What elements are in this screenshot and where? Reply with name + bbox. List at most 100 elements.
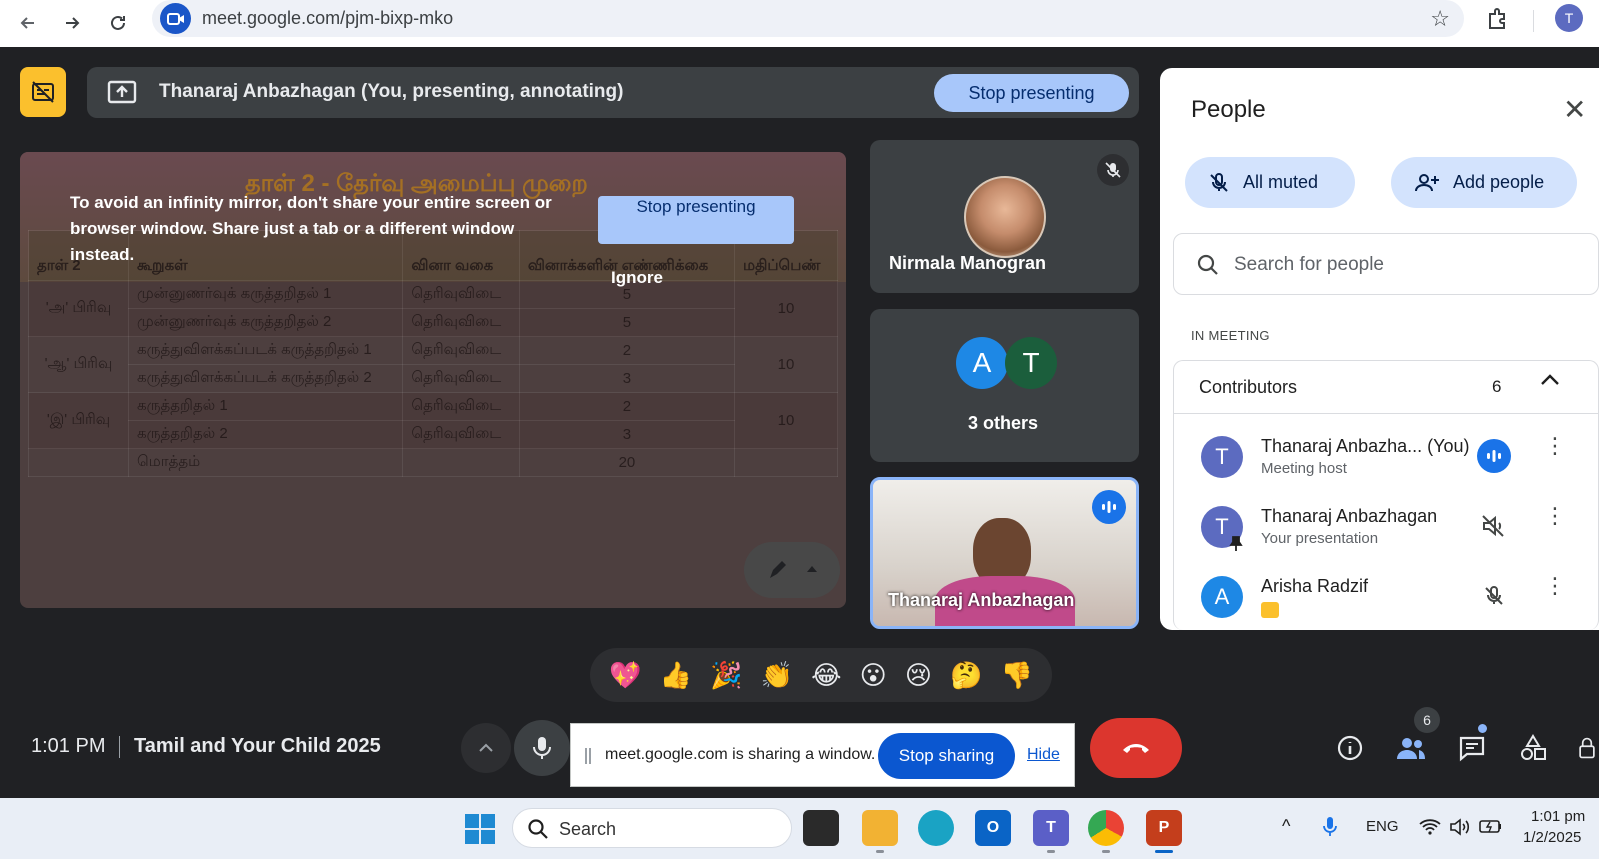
meet-site-icon (160, 3, 191, 34)
people-icon[interactable] (1391, 728, 1431, 768)
leave-call-button[interactable] (1090, 718, 1182, 778)
mic-off-icon[interactable] (1477, 579, 1511, 613)
hang-up-icon (1123, 744, 1149, 753)
tray-chevron-up-icon[interactable]: ^ (1282, 816, 1290, 837)
present-screen-icon (107, 80, 137, 104)
avatar: A (956, 337, 1008, 389)
clock-date[interactable]: 1/2/2025 (1523, 829, 1581, 846)
stop-presenting-button[interactable]: Stop presenting (934, 74, 1129, 112)
reaction-thumbs-down[interactable]: 👎 (1001, 660, 1033, 691)
panel-title: People (1191, 96, 1266, 123)
table-cell: 5 (518, 308, 736, 337)
chrome-icon[interactable] (1088, 810, 1124, 846)
section-total: 10 (734, 336, 838, 393)
reaction-sad[interactable]: 😢 (905, 660, 932, 691)
forward-arrow-icon[interactable] (55, 6, 89, 40)
section-label: 'இ' பிரிவு (28, 392, 129, 449)
section-total: 10 (734, 280, 838, 337)
add-people-label: Add people (1453, 172, 1545, 192)
drag-handle-icon[interactable] (585, 748, 591, 764)
participant-role: Meeting host (1261, 460, 1347, 477)
reaction-laugh[interactable]: 😂 (811, 660, 841, 691)
reaction-party[interactable]: 🎉 (710, 660, 742, 691)
reload-icon[interactable] (101, 6, 135, 40)
reaction-heart[interactable]: 💖 (609, 660, 641, 691)
participant-row[interactable]: T Thanaraj Anbazha... (You) Meeting host… (1174, 424, 1599, 494)
add-people-button[interactable]: Add people (1391, 157, 1577, 208)
close-icon[interactable]: ✕ (1563, 96, 1586, 124)
total-count: 20 (518, 448, 736, 477)
in-meeting-label: IN MEETING (1191, 328, 1270, 343)
more-options-icon[interactable]: ⋮ (1544, 575, 1566, 597)
audio-settings-chevron-icon[interactable] (461, 723, 511, 773)
bookmark-star-icon[interactable]: ☆ (1430, 6, 1450, 32)
contributors-header[interactable]: Contributors 6 (1174, 361, 1599, 414)
warning-ignore-button[interactable]: Ignore (611, 268, 663, 288)
participant-row[interactable]: A Arisha Radzif ⋮ (1174, 564, 1599, 630)
meeting-time: 1:01 PM (31, 735, 106, 757)
chat-icon[interactable] (1452, 728, 1492, 768)
all-muted-button[interactable]: All muted (1185, 157, 1355, 208)
table-cell: தெரிவுவிடை (402, 392, 520, 421)
sharing-message: meet.google.com is sharing a window. (605, 746, 876, 763)
others-tile[interactable]: A T 3 others (870, 309, 1139, 462)
annotation-controls[interactable] (744, 542, 840, 598)
app-running-indicator (1102, 850, 1110, 853)
host-controls-lock-icon[interactable] (1575, 728, 1599, 768)
taskbar-search-input[interactable]: Search (512, 808, 792, 848)
edge-browser-icon[interactable] (918, 810, 954, 846)
table-row: கருத்தறிதல் 2 தெரிவுவிடை 3 (28, 420, 838, 449)
total-label: மொத்தம் (127, 448, 404, 477)
table-cell: தெரிவுவிடை (402, 336, 520, 365)
input-language[interactable]: ENG (1366, 818, 1399, 835)
outlook-icon[interactable]: O (975, 810, 1011, 846)
file-explorer-icon[interactable] (862, 810, 898, 846)
search-icon (1197, 254, 1218, 275)
task-view-icon[interactable] (803, 810, 839, 846)
participant-name: Thanaraj Anbazhagan (1261, 506, 1438, 526)
participant-row[interactable]: T Thanaraj Anbazhagan Your presentation … (1174, 494, 1599, 564)
powerpoint-icon[interactable]: P (1146, 810, 1182, 846)
pen-icon[interactable] (766, 558, 790, 582)
more-options-icon[interactable]: ⋮ (1544, 435, 1566, 457)
warning-stop-presenting-button[interactable]: Stop presenting (598, 196, 794, 244)
chevron-up-icon[interactable] (806, 564, 818, 574)
activities-icon[interactable] (1513, 728, 1553, 768)
captions-off-icon[interactable] (20, 67, 66, 117)
more-options-icon[interactable]: ⋮ (1544, 505, 1566, 527)
back-arrow-icon[interactable] (11, 6, 45, 40)
hide-link[interactable]: Hide (1027, 746, 1060, 764)
audio-muted-icon[interactable] (1477, 509, 1511, 543)
wifi-icon[interactable] (1419, 818, 1441, 836)
avatar (964, 176, 1046, 258)
profile-avatar[interactable]: T (1555, 4, 1583, 32)
table-cell: கருத்தறிதல் 1 (127, 392, 404, 421)
captions-off-icon (1261, 602, 1279, 618)
table-cell: தெரிவுவிடை (402, 308, 520, 337)
volume-icon[interactable] (1449, 818, 1471, 836)
reaction-surprised[interactable]: 😮 (860, 660, 887, 691)
address-bar[interactable]: meet.google.com/pjm-bixp-mko ☆ (152, 0, 1464, 37)
reaction-thumbs-up[interactable]: 👍 (660, 660, 692, 691)
people-panel: People ✕ All muted Add people Search for… (1160, 68, 1599, 630)
microphone-button[interactable] (514, 720, 570, 776)
microphone-icon[interactable] (1322, 816, 1338, 838)
stop-sharing-button[interactable]: Stop sharing (878, 733, 1015, 779)
participant-name: Thanaraj Anbazhagan (888, 590, 1075, 610)
participant-name: Arisha Radzif (1261, 576, 1369, 596)
teams-icon[interactable]: T (1033, 810, 1069, 846)
chevron-up-icon[interactable] (1540, 373, 1560, 387)
people-search-input[interactable]: Search for people (1173, 233, 1599, 295)
self-video-tile[interactable]: Thanaraj Anbazhagan (870, 477, 1139, 629)
windows-start-icon[interactable] (465, 814, 495, 844)
battery-icon[interactable] (1479, 818, 1503, 834)
reaction-clap[interactable]: 👏 (761, 660, 793, 691)
speaking-indicator-icon (1092, 490, 1126, 524)
participant-tile-nirmala[interactable]: Nirmala Manogran (870, 140, 1139, 293)
extensions-puzzle-icon[interactable] (1485, 6, 1513, 34)
clock-time[interactable]: 1:01 pm (1531, 808, 1585, 825)
table-cell: தெரிவுவிடை (402, 280, 520, 309)
reaction-thinking[interactable]: 🤔 (950, 660, 982, 691)
chat-notification-dot (1478, 724, 1487, 733)
meeting-info-icon[interactable] (1330, 728, 1370, 768)
